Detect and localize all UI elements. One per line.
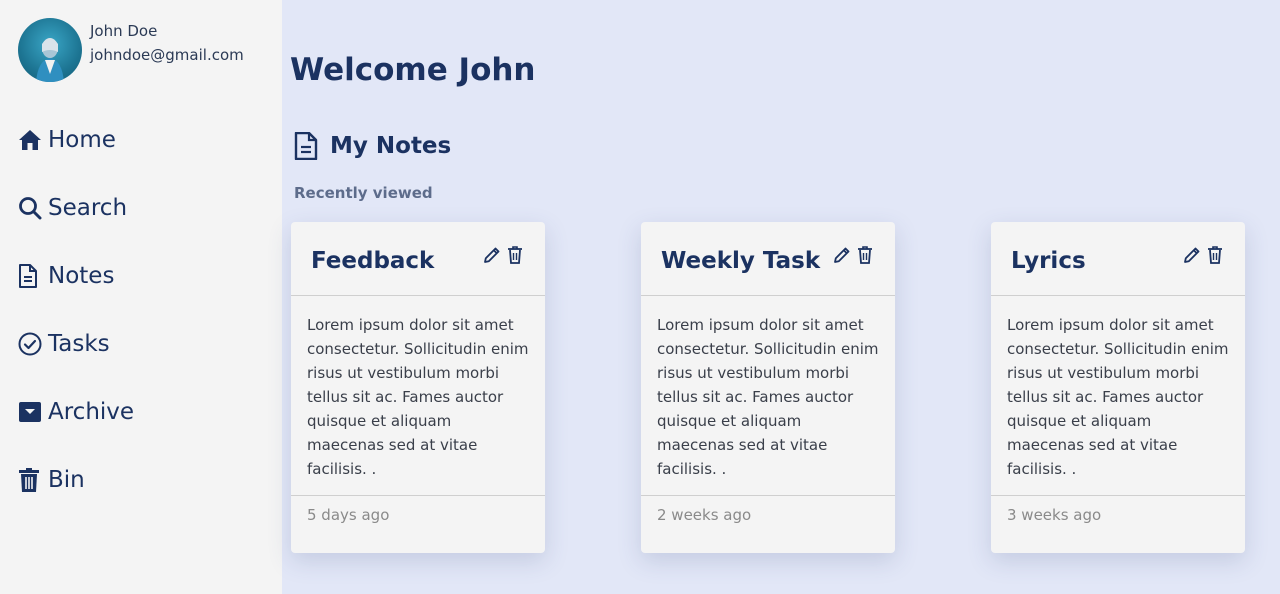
archive-icon xyxy=(18,401,44,423)
card-actions xyxy=(483,246,523,268)
card-header: Feedback xyxy=(291,222,545,296)
card-body: Lorem ipsum dolor sit amet consectetur. … xyxy=(641,296,895,496)
user-name: John Doe xyxy=(90,22,158,40)
main-content: Welcome John My Notes Recently viewed Fe… xyxy=(282,0,1280,594)
note-card[interactable]: Feedback Lorem ipsum dolor sit amet cons… xyxy=(291,222,545,553)
note-icon xyxy=(294,132,318,160)
card-title: Lyrics xyxy=(1011,247,1086,274)
card-title: Weekly Task xyxy=(661,247,821,274)
home-icon xyxy=(18,129,44,151)
card-actions xyxy=(833,246,873,268)
note-card[interactable]: Lyrics Lorem ipsum dolor sit amet consec… xyxy=(991,222,1245,553)
sidebar-item-home[interactable]: Home xyxy=(18,106,134,174)
sidebar: John Doe johndoe@gmail.com Home Search N… xyxy=(0,0,282,594)
card-timestamp: 5 days ago xyxy=(307,506,390,524)
delete-icon[interactable] xyxy=(857,246,873,268)
recently-viewed-label: Recently viewed xyxy=(294,184,433,202)
card-body: Lorem ipsum dolor sit amet consectetur. … xyxy=(291,296,545,496)
sidebar-item-label: Bin xyxy=(48,467,85,493)
edit-icon[interactable] xyxy=(483,246,501,268)
sidebar-item-label: Tasks xyxy=(48,331,110,357)
card-actions xyxy=(1183,246,1223,268)
trash-icon xyxy=(18,468,44,492)
sidebar-item-bin[interactable]: Bin xyxy=(18,446,134,514)
card-title: Feedback xyxy=(311,247,435,274)
sidebar-item-label: Archive xyxy=(48,399,135,425)
card-body: Lorem ipsum dolor sit amet consectetur. … xyxy=(991,296,1245,496)
avatar[interactable] xyxy=(18,18,82,82)
search-icon xyxy=(18,196,44,220)
sidebar-item-search[interactable]: Search xyxy=(18,174,134,242)
delete-icon[interactable] xyxy=(507,246,523,268)
note-card[interactable]: Weekly Task Lorem ipsum dolor sit amet c… xyxy=(641,222,895,553)
sidebar-nav: Home Search Notes Tasks Archive Bin xyxy=(18,106,134,514)
card-header: Lyrics xyxy=(991,222,1245,296)
avatar-image xyxy=(36,38,64,82)
sidebar-item-tasks[interactable]: Tasks xyxy=(18,310,134,378)
sidebar-item-label: Search xyxy=(48,195,128,221)
sidebar-item-archive[interactable]: Archive xyxy=(18,378,134,446)
cards-container: Feedback Lorem ipsum dolor sit amet cons… xyxy=(290,222,1270,594)
card-timestamp: 3 weeks ago xyxy=(1007,506,1102,524)
note-icon xyxy=(18,264,44,288)
sidebar-item-label: Home xyxy=(48,127,116,153)
user-profile[interactable]: John Doe johndoe@gmail.com xyxy=(18,18,244,82)
card-header: Weekly Task xyxy=(641,222,895,296)
sidebar-item-label: Notes xyxy=(48,263,115,289)
edit-icon[interactable] xyxy=(1183,246,1201,268)
page-title: Welcome John xyxy=(290,52,536,88)
edit-icon[interactable] xyxy=(833,246,851,268)
sidebar-item-notes[interactable]: Notes xyxy=(18,242,134,310)
section-header: My Notes xyxy=(294,132,451,160)
card-timestamp: 2 weeks ago xyxy=(657,506,752,524)
section-title: My Notes xyxy=(330,133,452,159)
user-email: johndoe@gmail.com xyxy=(90,46,244,64)
check-circle-icon xyxy=(18,332,44,356)
delete-icon[interactable] xyxy=(1207,246,1223,268)
